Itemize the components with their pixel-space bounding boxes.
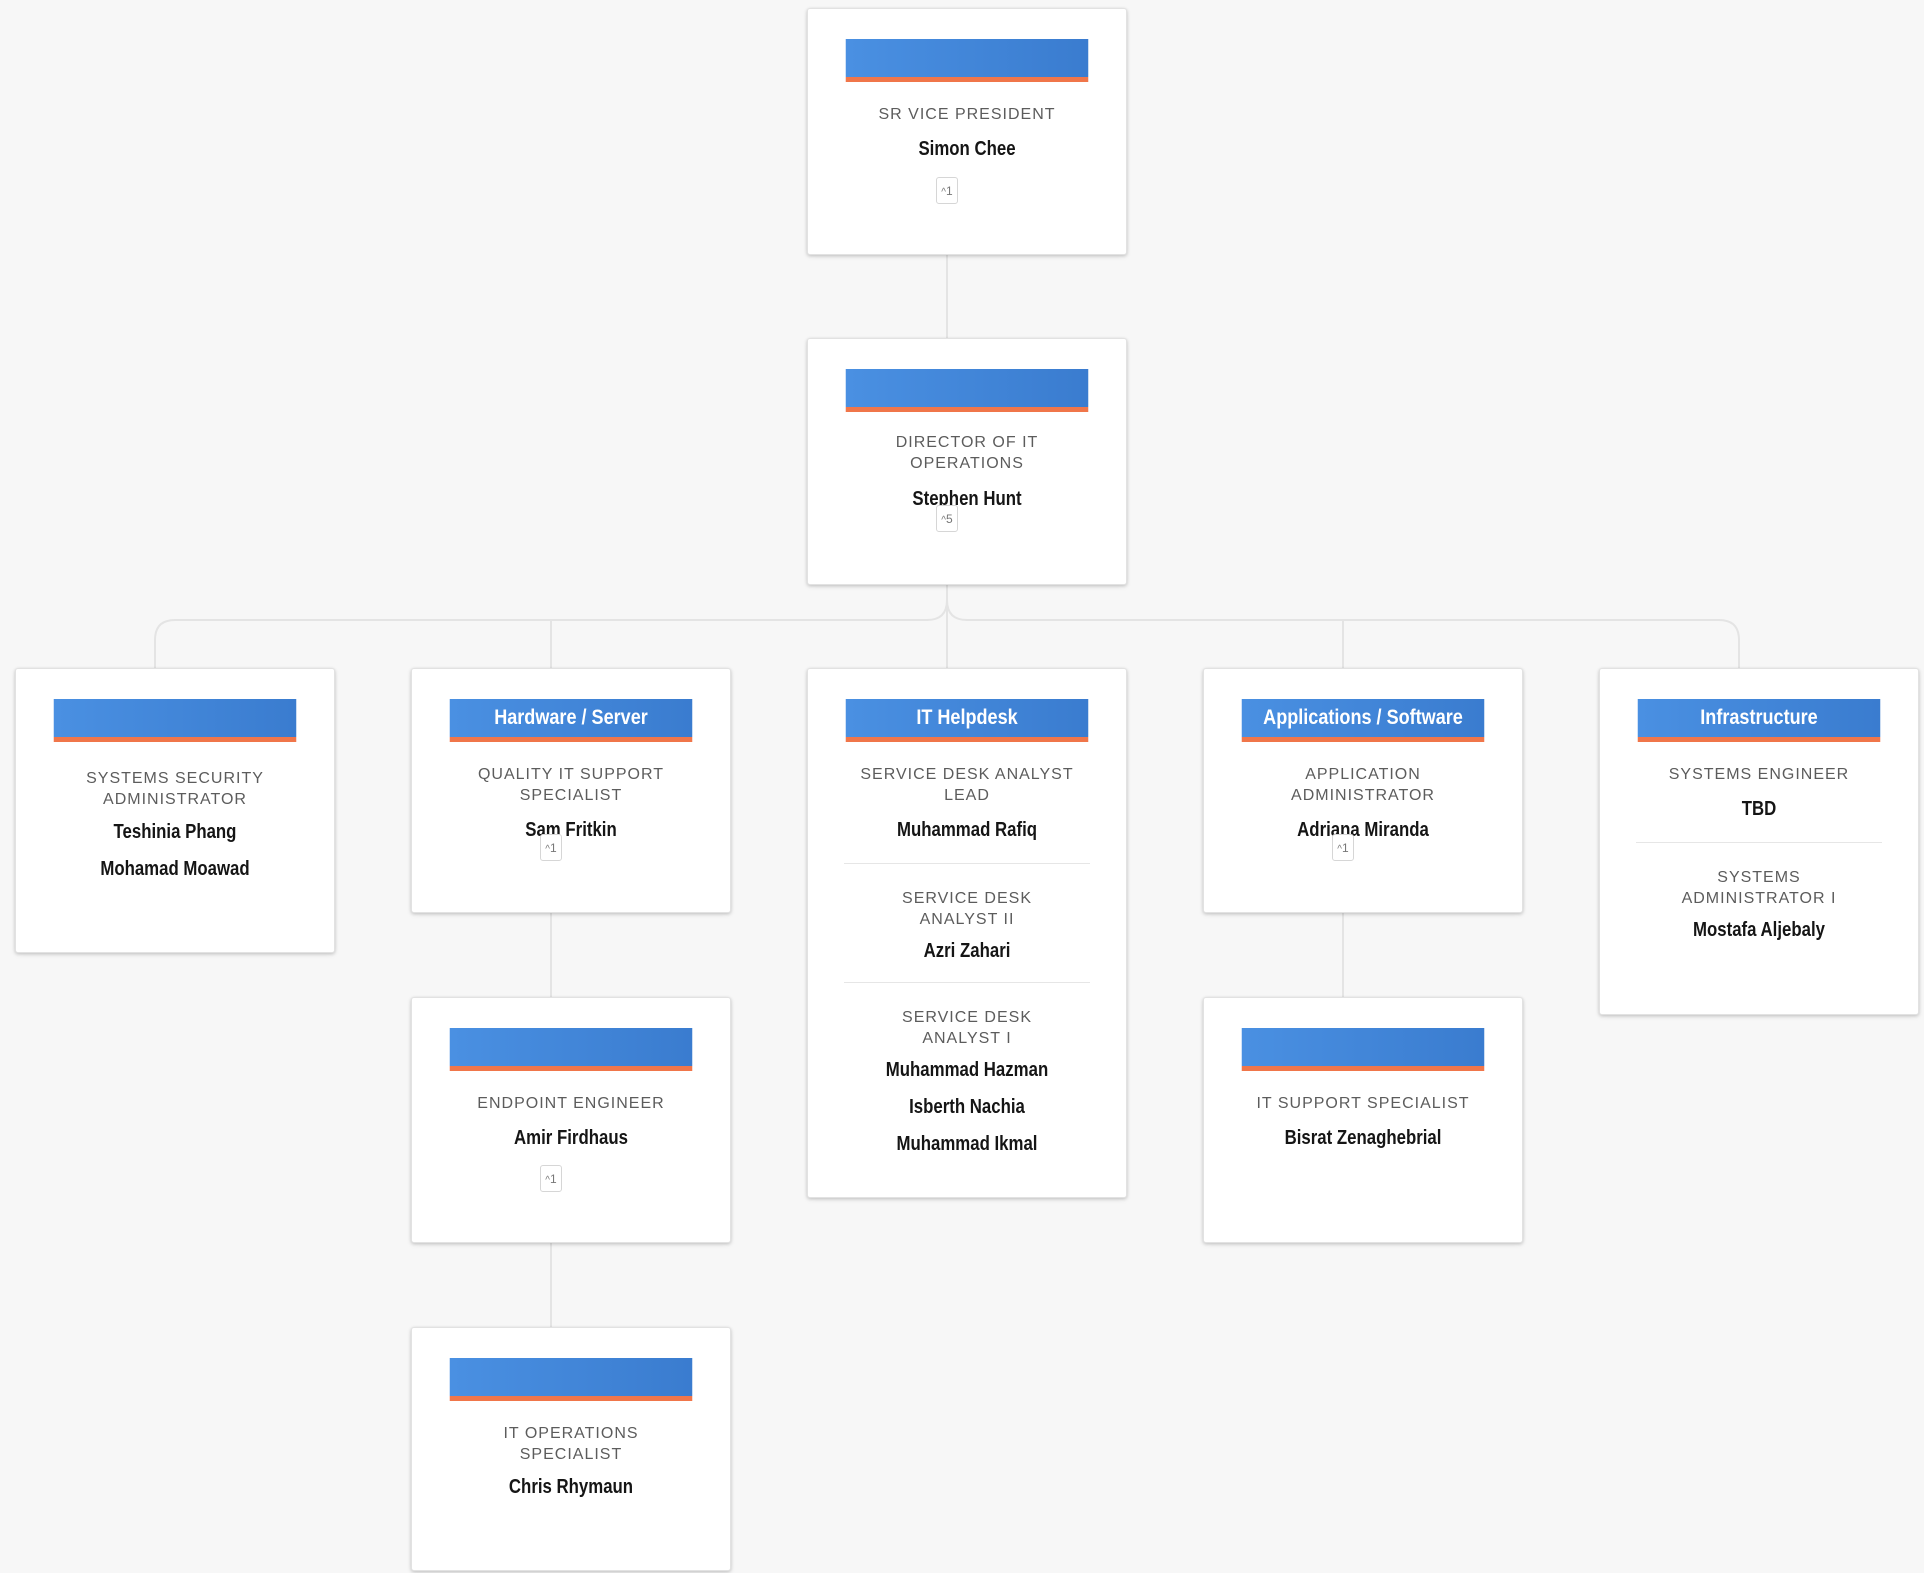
role-title: SERVICE DESK ANALYST LEAD [860,766,1074,804]
person-name[interactable]: Mostafa Aljebaly [1656,912,1863,949]
node-it-support-specialist[interactable]: IT SUPPORT SPECIALIST Bisrat Zenaghebria… [1203,997,1523,1243]
role-title: SERVICE DESK ANALYST I [902,1009,1032,1047]
person-name[interactable]: Chris Rhymaun [453,1469,690,1506]
person-name[interactable]: Adriana Miranda [1245,812,1482,849]
node-header: Hardware / Server [449,699,693,742]
person-name[interactable]: Muhammad Hazman [864,1052,1071,1089]
expand-children-button[interactable]: ^1 [540,834,562,861]
person-name[interactable]: Simon Chee [849,131,1086,168]
person-name[interactable]: Bisrat Zenaghebrial [1245,1120,1482,1157]
role-title: SYSTEMS SECURITY ADMINISTRATOR [86,770,264,808]
node-infrastructure[interactable]: Infrastructure SYSTEMS ENGINEER TBD SYST… [1599,668,1919,1015]
node-header [53,699,297,742]
role-title: SYSTEMS ADMINISTRATOR I [1681,869,1837,907]
expand-children-button[interactable]: ^5 [936,505,958,532]
expand-children-button[interactable]: ^1 [540,1165,562,1192]
expand-children-button[interactable]: ^1 [1332,834,1354,861]
role-title: IT SUPPORT SPECIALIST [1256,1095,1470,1112]
node-director[interactable]: DIRECTOR OF IT OPERATIONS Stephen Hunt ^… [807,338,1127,585]
node-applications-software[interactable]: Applications / Software APPLICATION ADMI… [1203,668,1523,913]
node-header: Applications / Software [1241,699,1485,742]
person-name[interactable]: Azri Zahari [864,933,1071,970]
person-name[interactable]: Amir Firdhaus [453,1120,690,1157]
node-endpoint-engineer[interactable]: ENDPOINT ENGINEER Amir Firdhaus ^1 [411,997,731,1243]
role-title: QUALITY IT SUPPORT SPECIALIST [477,766,665,804]
expand-children-button[interactable]: ^1 [936,177,958,204]
node-header [1241,1028,1485,1071]
role-title: DIRECTOR OF IT OPERATIONS [895,434,1039,472]
person-name[interactable]: Muhammad Ikmal [864,1126,1071,1163]
node-header: Infrastructure [1637,699,1881,742]
person-name[interactable]: Sam Fritkin [453,812,690,849]
person-name[interactable]: Stephen Hunt [849,481,1086,518]
node-it-helpdesk[interactable]: IT Helpdesk SERVICE DESK ANALYST LEAD Mu… [807,668,1127,1198]
role-title: APPLICATION ADMINISTRATOR [1291,766,1435,804]
role-title: SR VICE PRESIDENT [878,106,1056,123]
role-title: IT OPERATIONS SPECIALIST [503,1425,639,1463]
node-header [845,39,1089,82]
person-name[interactable]: Mohamad Moawad [57,851,294,888]
node-header: IT Helpdesk [845,699,1089,742]
node-hardware-server[interactable]: Hardware / Server QUALITY IT SUPPORT SPE… [411,668,731,913]
role-title: SERVICE DESK ANALYST II [902,890,1032,928]
node-systems-security[interactable]: SYSTEMS SECURITY ADMINISTRATOR Teshinia … [15,668,335,953]
person-name[interactable]: Teshinia Phang [57,814,294,851]
node-header [449,1028,693,1071]
role-title: SYSTEMS ENGINEER [1668,766,1850,783]
person-name[interactable]: Muhammad Rafiq [849,812,1086,849]
person-name[interactable]: TBD [1641,791,1878,828]
person-name[interactable]: Isberth Nachia [864,1089,1071,1126]
node-header [449,1358,693,1401]
role-title: ENDPOINT ENGINEER [477,1095,665,1112]
node-header [845,369,1089,412]
node-svp[interactable]: SR VICE PRESIDENT Simon Chee ^1 [807,8,1127,255]
node-it-operations-specialist[interactable]: IT OPERATIONS SPECIALIST Chris Rhymaun [411,1327,731,1571]
